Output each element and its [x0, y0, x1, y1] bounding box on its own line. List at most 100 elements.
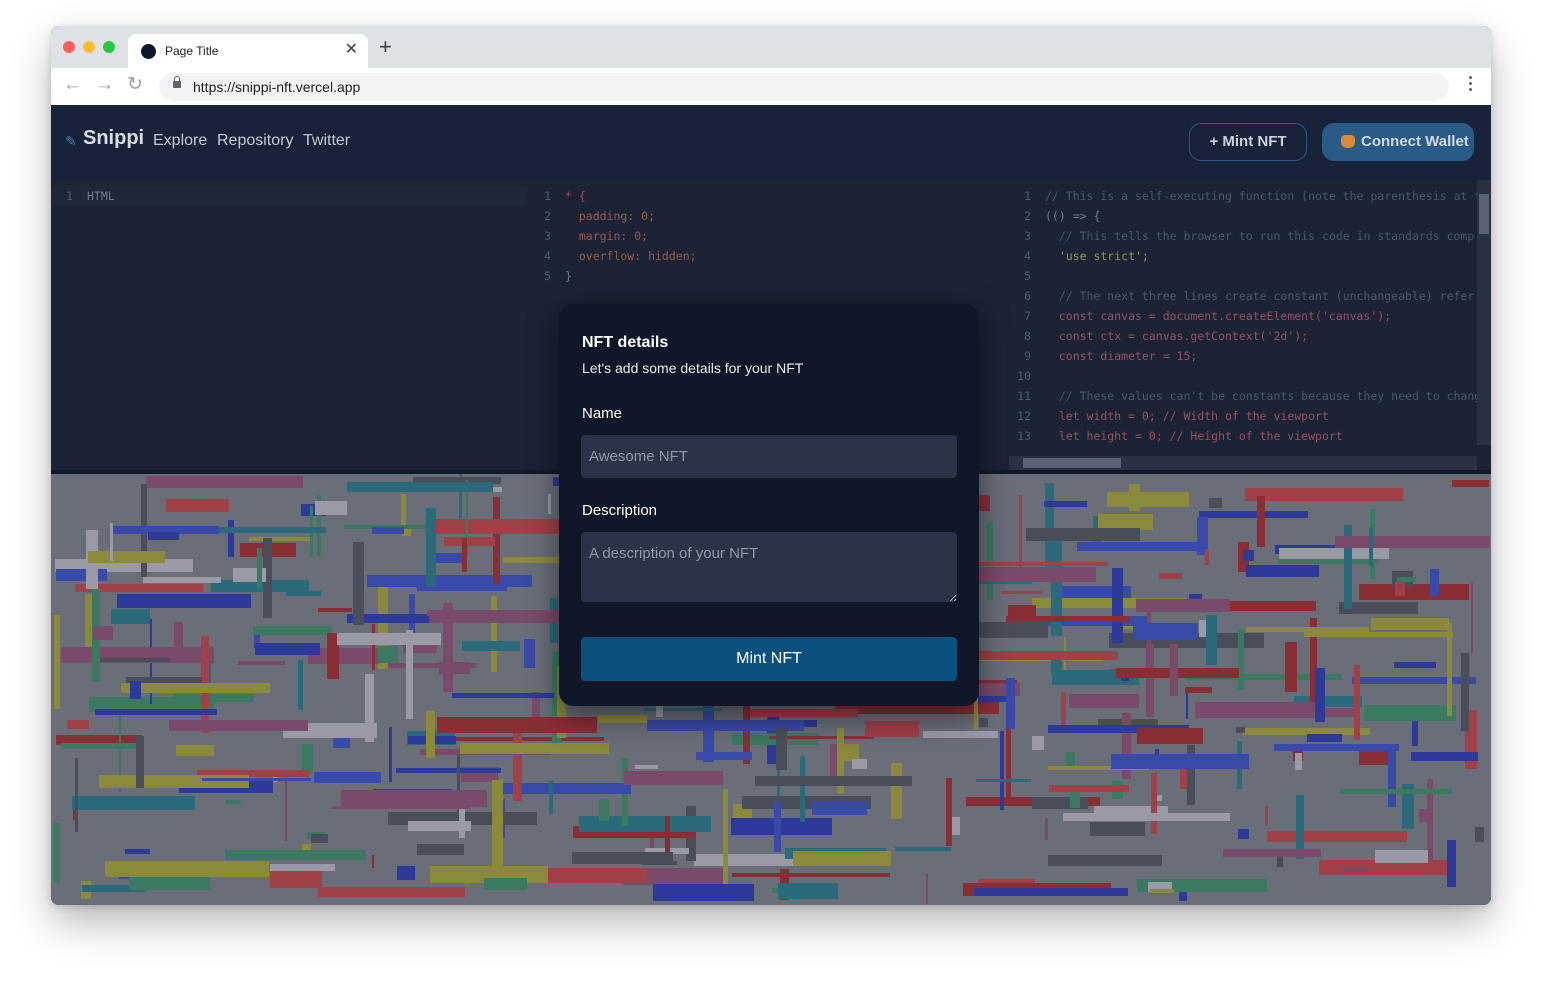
brand-logo[interactable]: Snippi [83, 127, 144, 150]
code-line: const ctx = canvas.getContext('2d'); [1045, 329, 1309, 343]
code-line: const canvas = document.createElement('c… [1045, 309, 1392, 323]
glitch-block [461, 640, 520, 651]
glitch-block [255, 643, 321, 655]
glitch-block [425, 518, 573, 534]
glitch-block [1303, 631, 1454, 638]
connect-wallet-button[interactable]: Connect Wallet [1322, 123, 1474, 161]
css-code: 1 * { 2 padding: 0; 3 margin: 0; 4 overfl… [544, 189, 697, 283]
glitch-block [1470, 582, 1474, 653]
glitch-block [1368, 527, 1373, 567]
glitch-block [512, 722, 523, 802]
glitch-block [110, 523, 114, 561]
glitch-block [1077, 542, 1203, 552]
glitch-block [347, 482, 494, 492]
html-editor[interactable]: 1 HTML [51, 180, 527, 470]
js-editor[interactable]: 1// This is a self-executing function (n… [1009, 180, 1491, 470]
glitch-block [1460, 653, 1470, 732]
glitch-block [60, 742, 145, 749]
glitch-block [459, 743, 610, 755]
glitch-block [1353, 665, 1360, 740]
glitch-block [110, 609, 150, 624]
maximize-window-button[interactable] [103, 41, 115, 53]
glitch-block [1394, 582, 1406, 597]
active-line-highlight [51, 185, 527, 205]
glitch-block [308, 647, 388, 665]
glitch-block [800, 755, 805, 822]
browser-toolbar: ← → ↻ https://snippi-nft.vercel.app [51, 68, 1491, 106]
mint-nft-nav-button[interactable]: + Mint NFT [1189, 123, 1307, 161]
glitch-block [1375, 850, 1429, 863]
description-textarea[interactable] [581, 532, 957, 602]
horizontal-scrollbar[interactable] [1009, 456, 1477, 470]
glitch-block [1447, 623, 1452, 717]
minimize-window-button[interactable] [83, 41, 95, 53]
glitch-block [1340, 789, 1452, 794]
close-tab-icon[interactable]: ✕ [345, 40, 358, 60]
browser-window: Page Title ✕ + ← → ↻ https://snippi-nft.… [51, 26, 1491, 905]
glitch-block [378, 646, 399, 663]
glitch-block [284, 771, 288, 842]
name-input[interactable] [581, 435, 957, 478]
js-code: 1// This is a self-executing function (n… [1017, 189, 1489, 443]
mint-nft-submit-button[interactable]: Mint NFT [581, 637, 957, 681]
close-window-button[interactable] [63, 41, 75, 53]
glitch-block [1000, 590, 1042, 594]
favicon-icon [141, 44, 156, 59]
glitch-block [371, 855, 375, 869]
glitch-block [54, 615, 61, 710]
glitch-block [395, 768, 502, 774]
glitch-block [484, 878, 528, 891]
nav-link-explore[interactable]: Explore [153, 132, 207, 150]
glitch-block [1032, 735, 1044, 751]
code-line: (() => { [1045, 209, 1101, 223]
code-line: overflow: hidden; [565, 249, 697, 263]
glitch-block [444, 536, 495, 547]
glitch-block [253, 626, 332, 635]
browser-menu-icon[interactable] [1469, 76, 1473, 94]
modal-title: NFT details [582, 334, 669, 351]
browser-tab[interactable]: Page Title ✕ [128, 34, 368, 68]
glitch-block [397, 865, 416, 881]
glitch-block [1267, 831, 1407, 843]
glitch-block [1044, 818, 1048, 841]
glitch-block [449, 737, 604, 741]
reload-icon[interactable]: ↻ [127, 74, 143, 96]
nft-details-modal: NFT details Let's add some details for y… [559, 304, 979, 706]
glitch-block [1048, 784, 1129, 792]
code-line: // This is a self-executing function (no… [1045, 189, 1489, 203]
glitch-block [1006, 615, 1131, 622]
scrollbar-thumb[interactable] [1479, 194, 1489, 234]
glitch-block [1006, 677, 1015, 730]
nav-link-twitter[interactable]: Twitter [303, 132, 350, 150]
glitch-block [1222, 849, 1321, 858]
scrollbar-thumb[interactable] [1023, 458, 1121, 468]
glitch-block [1169, 644, 1179, 696]
glitch-block [67, 719, 89, 729]
address-bar[interactable]: https://snippi-nft.vercel.app [159, 73, 1449, 101]
glitch-block [120, 683, 271, 694]
glitch-block [1150, 889, 1174, 894]
glitch-block [54, 822, 60, 884]
glitch-block [777, 883, 838, 899]
code-line: * { [565, 189, 586, 203]
nav-link-repository[interactable]: Repository [217, 132, 293, 150]
glitch-block [490, 596, 498, 672]
glitch-block [400, 494, 407, 527]
back-icon[interactable]: ← [63, 74, 82, 96]
glitch-block [1410, 751, 1478, 762]
glitch-block [1208, 498, 1223, 509]
glitch-block [165, 498, 230, 512]
glitch-block [270, 871, 322, 889]
glitch-block [1388, 747, 1396, 808]
glitch-block [1235, 727, 1246, 733]
vertical-scrollbar[interactable] [1477, 180, 1491, 445]
glitch-block [128, 877, 210, 891]
new-tab-icon[interactable]: + [379, 36, 392, 58]
glitch-block [175, 744, 215, 756]
forward-icon[interactable]: → [95, 74, 114, 96]
glitch-block [1351, 676, 1476, 684]
glitch-block [1246, 564, 1319, 577]
glitch-block [811, 801, 867, 815]
glitch-block [1137, 727, 1204, 745]
glitch-block [974, 887, 1128, 896]
